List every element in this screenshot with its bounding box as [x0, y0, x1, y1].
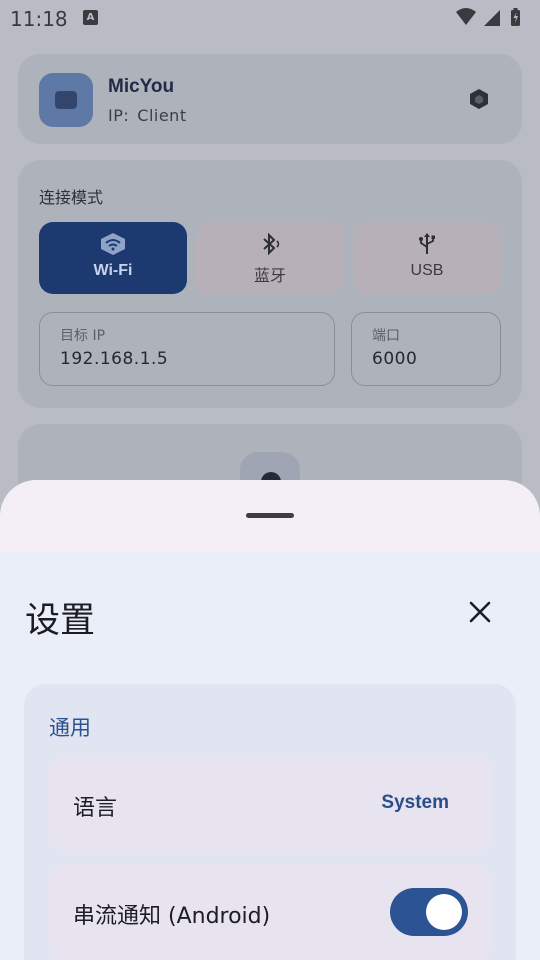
toggle-knob	[426, 894, 462, 930]
app-name: MicYou	[108, 76, 175, 97]
drag-handle[interactable]	[246, 513, 294, 518]
wifi-icon	[456, 8, 476, 25]
signal-icon	[484, 10, 500, 26]
stream-notification-label: 串流通知 (Android)	[73, 904, 271, 929]
settings-hex-icon[interactable]	[468, 88, 490, 110]
port-field[interactable]: 端口 6000	[351, 312, 501, 386]
general-section: 通用 语言 System 串流通知 (Android)	[24, 684, 516, 960]
mode-usb-button[interactable]: USB	[353, 222, 501, 294]
stream-notification-toggle[interactable]	[390, 888, 468, 936]
language-label: 语言	[73, 796, 118, 821]
stream-notification-row: 串流通知 (Android)	[48, 864, 492, 960]
connection-mode-card: 连接模式 Wi-Fi 蓝牙 USB 目标 IP 192.168.1.5 端口 6…	[18, 160, 522, 408]
settings-bottom-sheet: 设置 通用 语言 System 串流通知 (Android)	[0, 480, 540, 960]
settings-body: 设置 通用 语言 System 串流通知 (Android)	[0, 552, 540, 960]
port-value: 6000	[372, 349, 418, 369]
ip-label: IP:	[108, 106, 130, 125]
status-bar: 11:18 A	[0, 0, 540, 36]
app-logo-icon	[39, 73, 93, 127]
mode-usb-label: USB	[410, 262, 444, 279]
mode-bluetooth-label: 蓝牙	[253, 268, 286, 285]
ip-value: Client	[137, 106, 187, 125]
wifi-router-icon	[101, 233, 125, 255]
status-time: 11:18	[10, 7, 68, 31]
mode-wifi-label: Wi-Fi	[93, 262, 133, 279]
general-section-title: 通用	[49, 716, 91, 740]
close-icon[interactable]	[460, 592, 500, 632]
battery-icon	[511, 8, 520, 26]
target-ip-value: 192.168.1.5	[60, 349, 169, 369]
language-value[interactable]: System	[381, 792, 449, 814]
mode-bluetooth-button[interactable]: 蓝牙	[196, 222, 344, 294]
app-header-card: MicYou IP: Client	[18, 54, 522, 144]
target-ip-label: 目标 IP	[60, 328, 106, 344]
target-ip-field[interactable]: 目标 IP 192.168.1.5	[39, 312, 335, 386]
mode-wifi-button[interactable]: Wi-Fi	[39, 222, 187, 294]
status-icons	[456, 8, 520, 26]
bluetooth-icon	[263, 232, 280, 256]
connection-mode-title: 连接模式	[39, 188, 104, 207]
notification-a-icon: A	[83, 10, 98, 25]
app-ip-status: IP: Client	[108, 106, 187, 125]
port-label: 端口	[372, 328, 400, 344]
language-setting-row[interactable]: 语言 System	[48, 756, 492, 852]
usb-icon	[419, 233, 435, 254]
settings-title: 设置	[25, 601, 96, 641]
